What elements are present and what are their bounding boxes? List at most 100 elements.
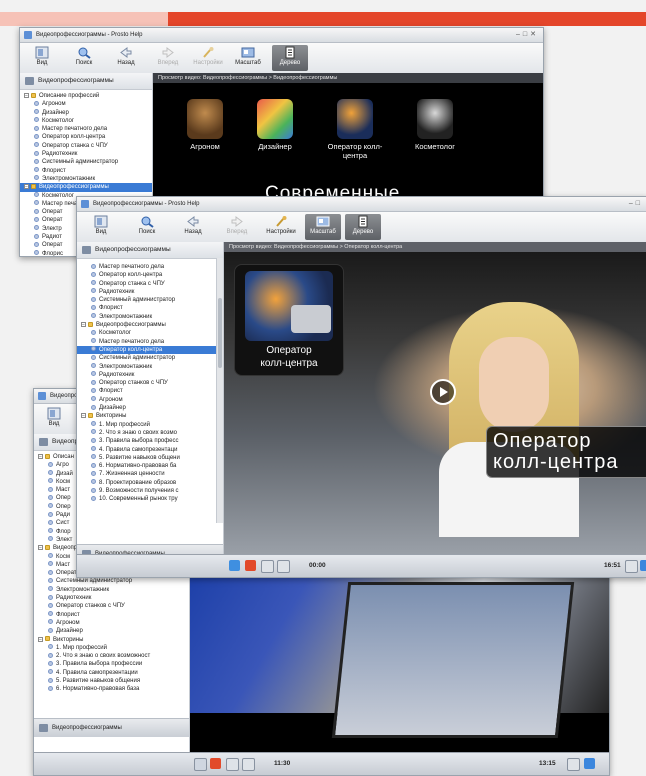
tree-item[interactable]: 3. Правила выбора професс [77, 437, 223, 445]
forward-button[interactable]: Вперед [150, 45, 186, 71]
tree-item[interactable]: Радиотехник [77, 371, 223, 379]
tree-item[interactable]: Оператор колл-центра [20, 133, 152, 141]
tree-item[interactable]: Дизайнер [77, 404, 223, 412]
tree-item[interactable]: − Видеопрофессиограммы [77, 321, 223, 329]
next-icon[interactable] [277, 560, 290, 573]
tree-item[interactable]: Оператор станка с ЧПУ [77, 280, 223, 288]
settings-button[interactable]: Настройки [263, 214, 299, 240]
tree-item[interactable]: 4. Правила самопрезентации [34, 669, 189, 677]
tree-item[interactable]: 6. Нормативно-правовая база [34, 685, 189, 693]
tree-item[interactable]: Дизайнер [34, 627, 189, 635]
tree-item[interactable]: Агроном [34, 619, 189, 627]
forward-button[interactable]: Вперед [219, 214, 255, 240]
search-button[interactable]: Поиск [66, 45, 102, 71]
sidebar-footer[interactable]: Видеопрофессиограммы [34, 718, 189, 737]
zoom-button[interactable]: Масштаб [305, 214, 341, 240]
tree-item[interactable]: Электромонтажник [77, 363, 223, 371]
tree-item[interactable]: 9. Возможности получения с [77, 487, 223, 495]
tree-item-label: Косметолог [99, 330, 132, 337]
tile-agronom[interactable]: Агроном [175, 99, 235, 151]
expand-toggle[interactable]: − [38, 454, 43, 460]
back-button[interactable]: Назад [108, 45, 144, 71]
window-controls[interactable]: –□ [629, 197, 643, 211]
tree-item[interactable]: Агроном [77, 396, 223, 404]
expand-toggle[interactable]: − [24, 184, 29, 190]
tree-item[interactable]: Флорист [77, 304, 223, 312]
expand-toggle[interactable]: − [81, 322, 86, 328]
back-button[interactable]: Назад [175, 214, 211, 240]
volume-icon[interactable] [625, 560, 638, 573]
next-icon[interactable] [242, 758, 255, 771]
view-button[interactable]: Вид [24, 45, 60, 71]
tree-item[interactable]: Электромонтажник [77, 313, 223, 321]
tree-item[interactable]: Косметолог [20, 117, 152, 125]
tree-item[interactable]: 5. Развитие навыков общени [77, 454, 223, 462]
stop-icon[interactable] [245, 560, 256, 571]
tree-button[interactable]: Дерево [345, 214, 381, 240]
expand-toggle[interactable]: − [81, 413, 86, 419]
tree-item[interactable]: 3. Правила выбора профессии [34, 660, 189, 668]
tree-item[interactable]: Оператор станков с ЧПУ [77, 379, 223, 387]
tree-item[interactable]: 8. Проектирование образов [77, 479, 223, 487]
prev-icon[interactable] [226, 758, 239, 771]
expand-toggle[interactable]: − [24, 93, 29, 99]
expand-toggle[interactable]: − [38, 636, 43, 642]
tree-item[interactable]: Оператор колл-центра [77, 271, 223, 279]
tree-item[interactable]: 2. Что я знаю о своих возмо [77, 429, 223, 437]
view-button[interactable]: Вид [83, 214, 119, 240]
window-controls[interactable]: –□✕ [516, 28, 539, 42]
tree-item[interactable]: Агроном [20, 100, 152, 108]
tree-item[interactable]: Электромонтажник [34, 586, 189, 594]
tree-item[interactable]: Косметолог [77, 329, 223, 337]
tree-item[interactable]: Электромонтажник [20, 175, 152, 183]
tree-item[interactable]: Системный администратор [77, 296, 223, 304]
tree-item[interactable]: Флорист [34, 611, 189, 619]
app-icon [24, 31, 32, 39]
tree-item[interactable]: 7. Жизненная ценности [77, 470, 223, 478]
tree-item[interactable]: − Викторины [34, 636, 189, 644]
fullscreen-icon[interactable] [640, 560, 646, 571]
search-button[interactable]: Поиск [129, 214, 165, 240]
view-button[interactable]: Вид [36, 406, 72, 432]
tree-item[interactable]: 6. Нормативно-правовая ба [77, 462, 223, 470]
tree-item[interactable]: Системный администратор [77, 354, 223, 362]
tree-item[interactable]: Системный администратор [34, 577, 189, 585]
zoom-button[interactable]: Масштаб [230, 45, 266, 71]
tree-item[interactable]: Радиотехник [20, 150, 152, 158]
tree-item[interactable]: Оператор станка с ЧПУ [20, 142, 152, 150]
tree-item[interactable]: Флорист [20, 167, 152, 175]
volume-icon[interactable] [567, 758, 580, 771]
sidebar-scrollbar[interactable] [216, 258, 223, 523]
tree-item[interactable]: Мастер печатного дела [77, 263, 223, 271]
tree-item[interactable]: Флорист [77, 387, 223, 395]
play-button[interactable] [430, 379, 456, 405]
tree-item[interactable]: − Видеопрофессиограммы [20, 183, 152, 192]
tree-item[interactable]: − Викторины [77, 412, 223, 420]
tree-item[interactable]: Системный администратор [20, 158, 152, 166]
tree-item[interactable]: 1. Мир профессий [77, 421, 223, 429]
fullscreen-icon[interactable] [584, 758, 595, 769]
tree-item[interactable]: Мастер печатного дела [20, 125, 152, 133]
pause-icon[interactable] [194, 758, 207, 771]
stop-icon[interactable] [210, 758, 221, 769]
tree-item[interactable]: 4. Правила самопрезентаци [77, 446, 223, 454]
tree-button[interactable]: Дерево [272, 45, 308, 71]
tree-item[interactable]: Радиотехник [34, 594, 189, 602]
prev-icon[interactable] [261, 560, 274, 573]
tree-item[interactable]: − Описание профессий [20, 92, 152, 100]
tree-item[interactable]: 2. Что я знаю о своих возможност [34, 652, 189, 660]
tree-item[interactable]: 5. Развитие навыков общения [34, 677, 189, 685]
tree-item[interactable]: Оператор колл-центра [77, 345, 223, 355]
tile-cosmetologist[interactable]: Косметолог [405, 99, 465, 151]
tree-item[interactable]: 1. Мир профессий [34, 644, 189, 652]
tree-item[interactable]: Радиотехник [77, 288, 223, 296]
tree-item[interactable]: Оператор станков с ЧПУ [34, 602, 189, 610]
tile-call-center[interactable]: Оператор колл-центра [325, 99, 385, 160]
tile-designer[interactable]: Дизайнер [245, 99, 305, 151]
expand-toggle[interactable]: − [38, 545, 43, 551]
tree-item[interactable]: Дизайнер [20, 109, 152, 117]
tree-item[interactable]: Мастер печатного дела [77, 338, 223, 346]
settings-button[interactable]: Настройки [190, 45, 226, 71]
play-icon[interactable] [229, 560, 240, 571]
tree-item[interactable]: 10. Современный рынок тру [77, 495, 223, 503]
